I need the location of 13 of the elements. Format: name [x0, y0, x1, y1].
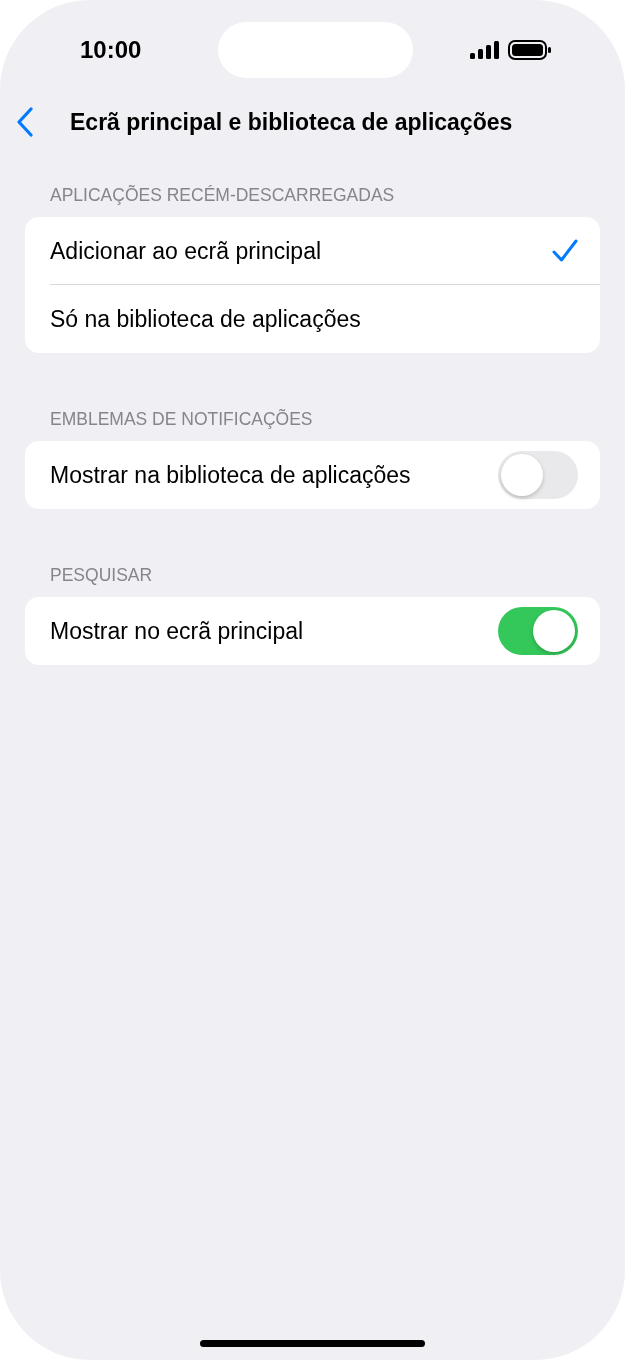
toggle-switch[interactable] [498, 451, 578, 499]
status-time: 10:00 [80, 36, 143, 64]
section-header: EMBLEMAS DE NOTIFICAÇÕES [49, 408, 313, 431]
battery-icon [508, 40, 551, 60]
option-label[interactable]: Só na biblioteca de aplicações [50, 305, 361, 333]
section-header: APLICAÇÕES RECÉM-DESCARREGADAS [49, 184, 395, 207]
toggle-switch[interactable] [498, 607, 578, 655]
option-label[interactable]: Adicionar ao ecrã principal [50, 237, 322, 265]
setting-label: Mostrar na biblioteca de aplicações [50, 461, 411, 489]
setting-label: Mostrar no ecrã principal [50, 617, 304, 645]
signal-icon [470, 41, 500, 59]
section-header: PESQUISAR [49, 564, 153, 587]
page-title: Ecrã principal e biblioteca de aplicações [70, 108, 513, 136]
